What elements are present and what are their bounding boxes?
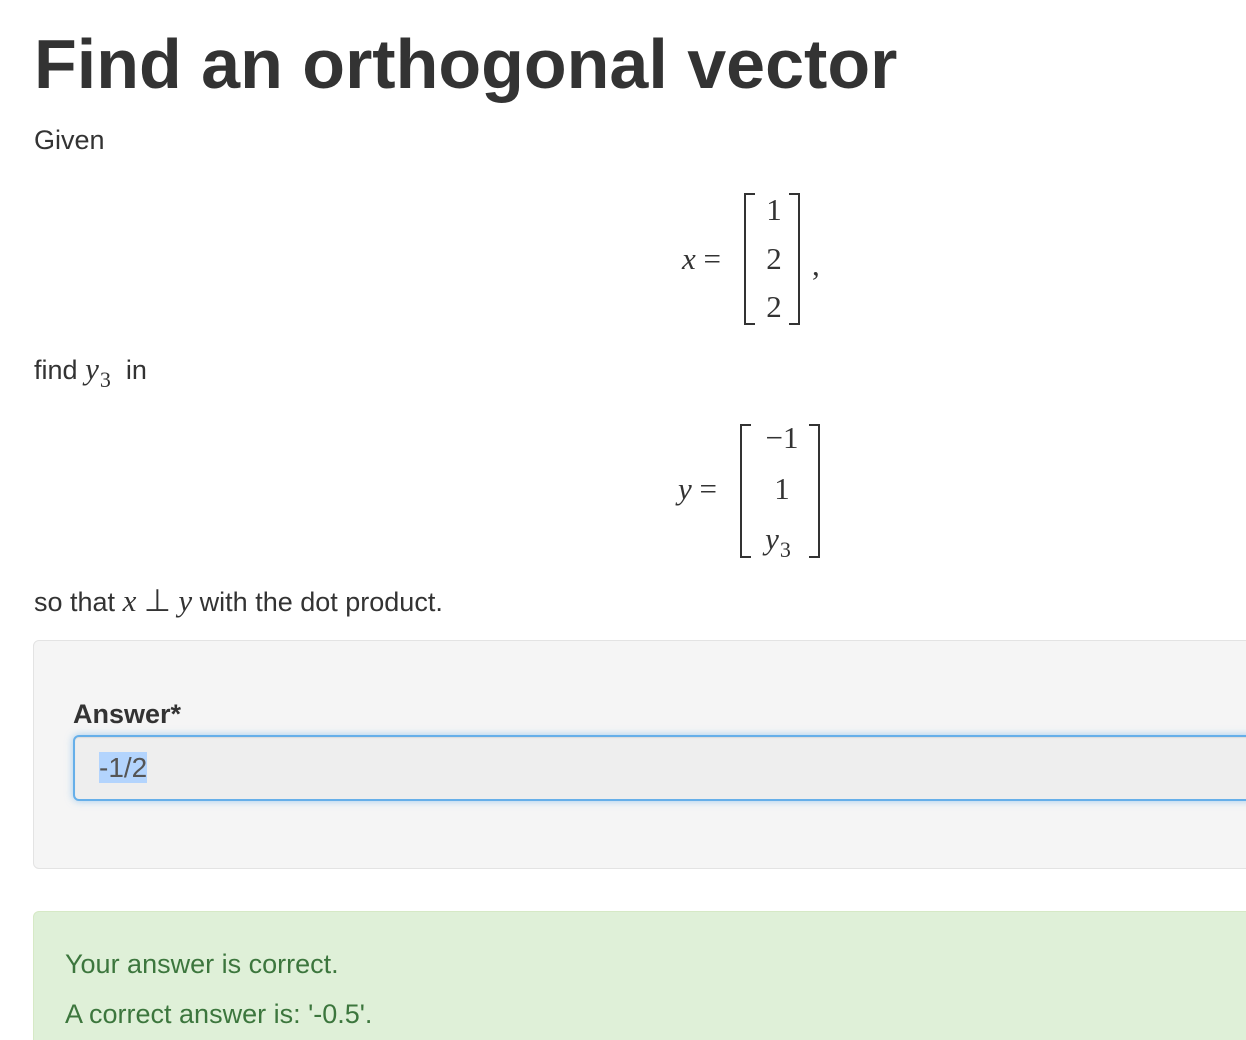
- condition-x-variable: x: [122, 583, 137, 618]
- find-variable-subscript: 3: [99, 367, 111, 392]
- feedback-alert: Your answer is correct. A correct answer…: [33, 911, 1246, 1040]
- question-page: Find an orthogonal vector Given x = 1 2 …: [0, 0, 1246, 1040]
- given-text: Given: [34, 125, 105, 155]
- condition-y-variable: y: [178, 583, 193, 618]
- find-variable: y: [85, 351, 99, 386]
- y-entry-3-subscript: 3: [779, 537, 791, 562]
- page-title: Find an orthogonal vector: [34, 25, 898, 103]
- x-entry-2: 2: [766, 241, 782, 276]
- in-text: in: [125, 355, 147, 385]
- y-entry-3-variable: y: [765, 521, 779, 556]
- find-text: find: [34, 355, 78, 385]
- x-trailing-comma: ,: [812, 247, 820, 282]
- condition-sentence: so that x ⊥ y with the dot product.: [34, 584, 443, 619]
- y-equals-sign: =: [699, 471, 717, 506]
- dot-product-text: with the dot product.: [199, 587, 443, 617]
- x-variable: x: [682, 241, 696, 276]
- x-vector-lhs: x =: [682, 242, 721, 276]
- answer-input[interactable]: -1/2: [73, 735, 1246, 801]
- so-that-text: so that: [34, 587, 116, 617]
- x-equals-sign: =: [703, 241, 721, 276]
- find-sentence: find y3 in: [34, 351, 147, 393]
- feedback-correct-answer: A correct answer is: '-0.5'.: [65, 999, 373, 1029]
- y-entry-3: y3: [748, 521, 808, 563]
- x-entry-3: 2: [766, 289, 782, 324]
- x-entry-1: 1: [766, 192, 782, 227]
- answer-panel: Answer* -1/2: [33, 640, 1246, 869]
- y-entry-1: −1: [765, 420, 799, 455]
- answer-input-value: -1/2: [99, 752, 148, 783]
- feedback-status: Your answer is correct.: [65, 949, 339, 979]
- y-entry-2: 1: [774, 471, 790, 506]
- answer-label: Answer*: [73, 699, 182, 729]
- y-variable: y: [678, 471, 692, 506]
- perpendicular-symbol: ⊥: [143, 583, 171, 618]
- y-vector-lhs: y =: [678, 472, 717, 506]
